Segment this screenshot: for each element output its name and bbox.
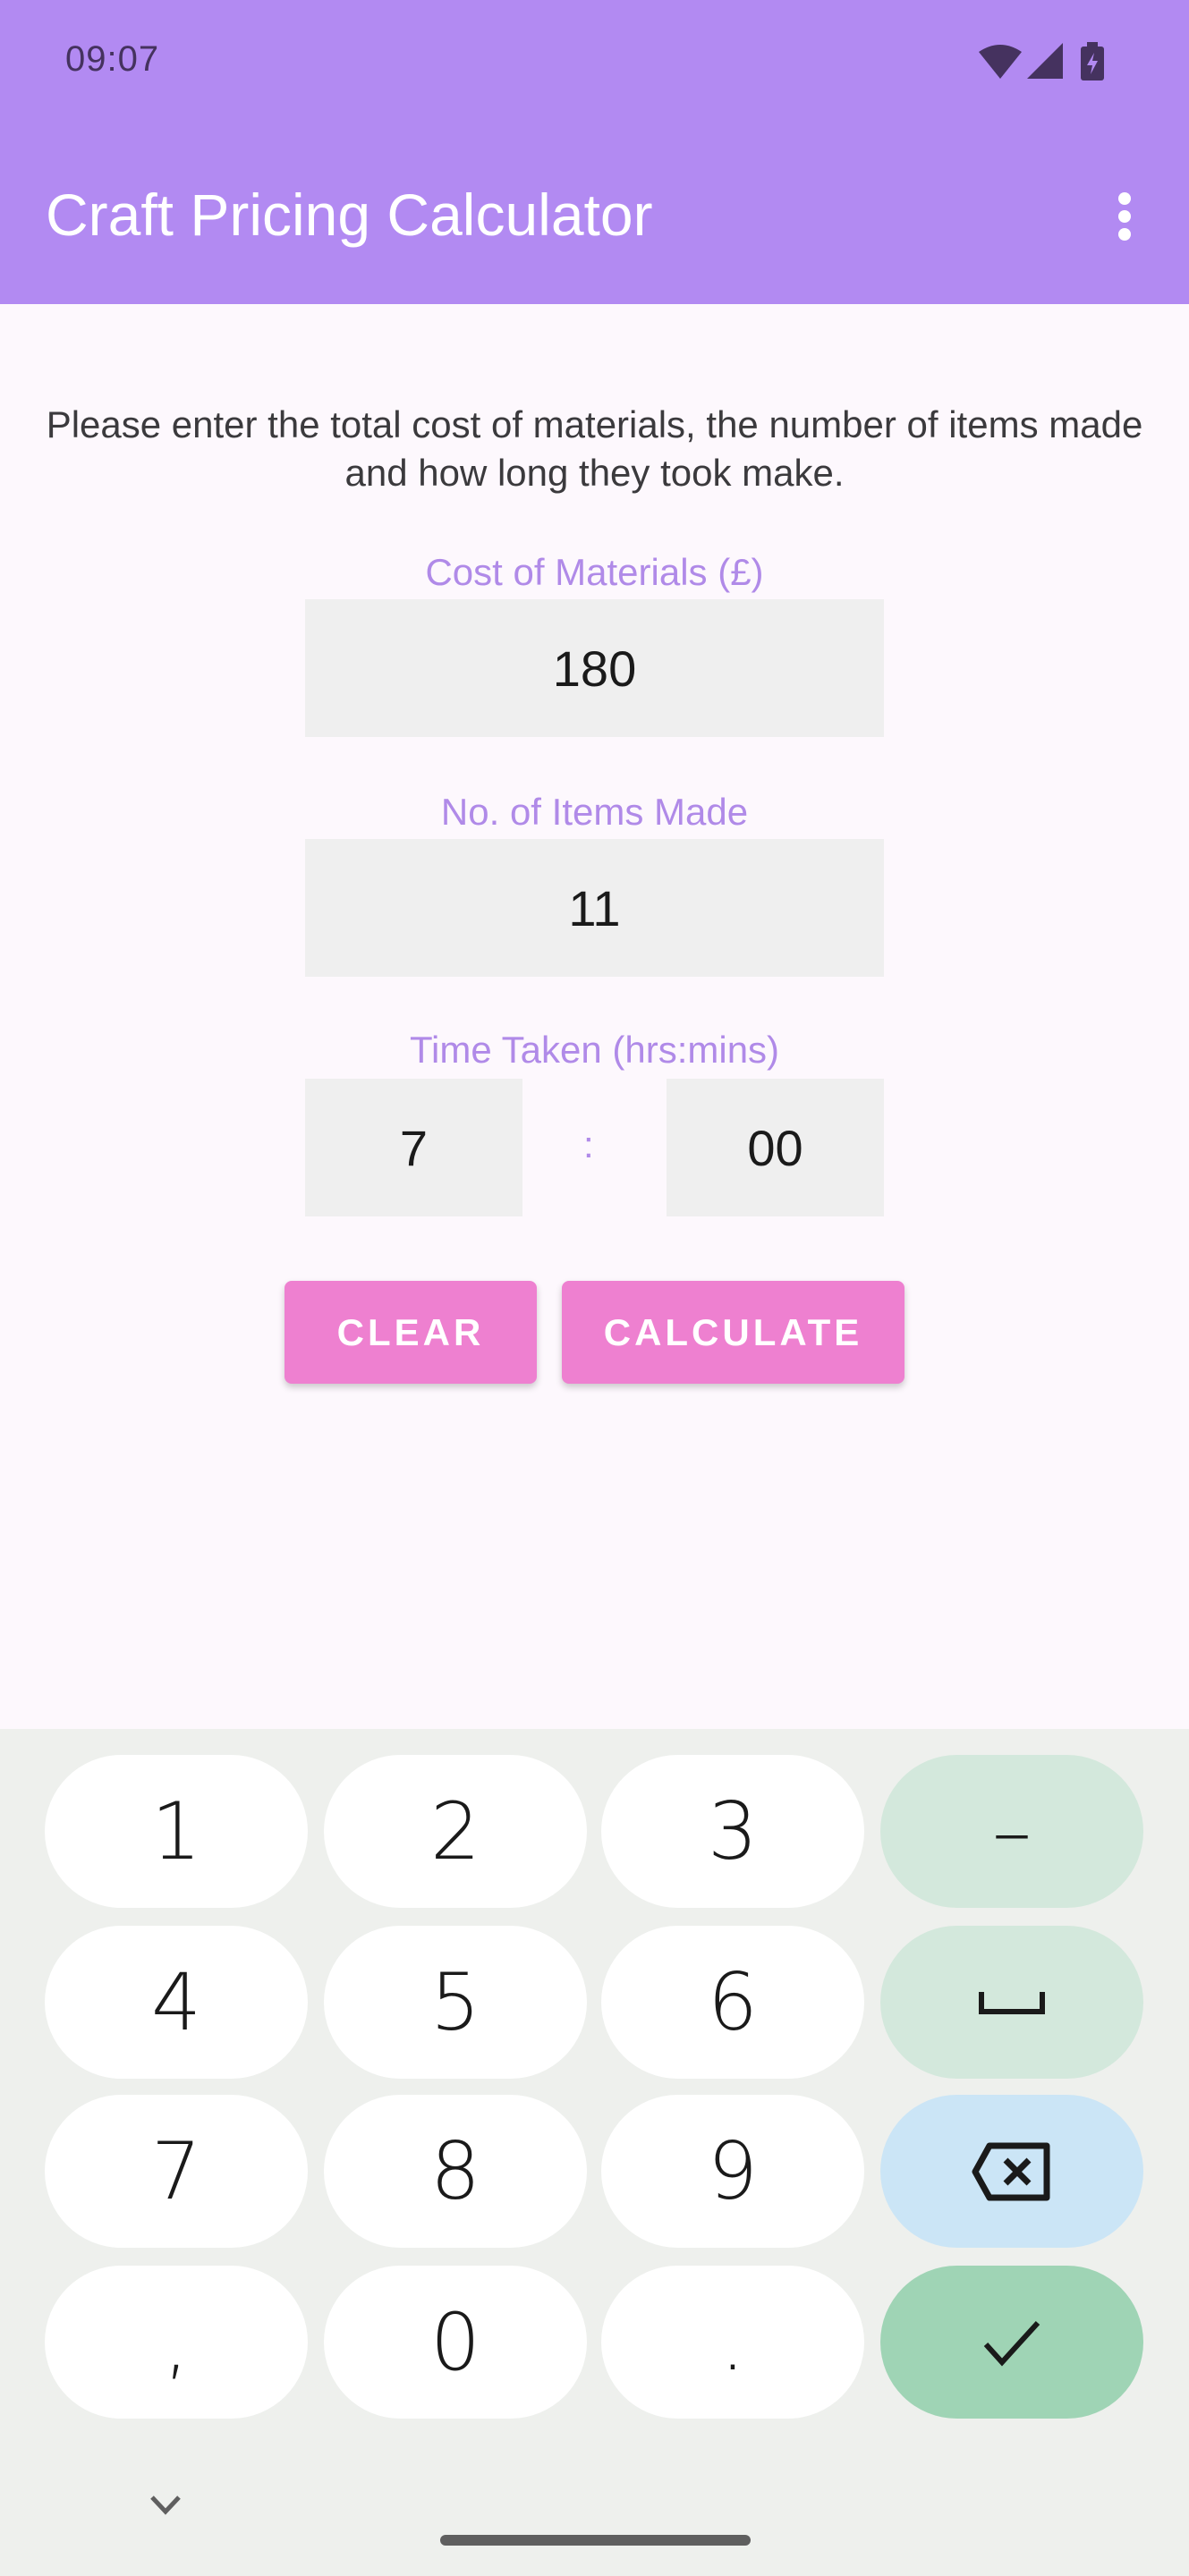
- chevron-down-icon: [150, 2496, 181, 2515]
- navigation-handle[interactable]: [440, 2535, 751, 2546]
- cost-of-materials-label: Cost of Materials (£): [425, 551, 764, 593]
- key-7[interactable]: 7: [45, 2095, 308, 2248]
- key-1[interactable]: 1: [45, 1755, 308, 1908]
- key-comma[interactable]: ,: [45, 2266, 308, 2419]
- wifi-icon: [979, 45, 1022, 79]
- key-5[interactable]: 5: [324, 1926, 587, 2079]
- space-bar-icon: [979, 1991, 1045, 2014]
- time-taken-label: Time Taken (hrs:mins): [409, 1029, 780, 1071]
- hide-keyboard-button[interactable]: [143, 2487, 188, 2522]
- key-2[interactable]: 2: [324, 1755, 587, 1908]
- key-space[interactable]: [880, 1926, 1143, 2079]
- checkmark-icon: [983, 2320, 1040, 2366]
- more-options-button[interactable]: [1102, 182, 1147, 244]
- items-made-input[interactable]: 11: [305, 839, 884, 977]
- time-separator: :: [583, 1123, 594, 1165]
- key-9[interactable]: 9: [601, 2095, 864, 2248]
- status-icons: [979, 42, 1104, 80]
- key-period[interactable]: .: [601, 2266, 864, 2419]
- cellular-signal-icon: [1027, 43, 1063, 79]
- items-made-label: No. of Items Made: [440, 791, 749, 833]
- key-8[interactable]: 8: [324, 2095, 587, 2248]
- minutes-input[interactable]: 00: [667, 1079, 884, 1216]
- key-3[interactable]: 3: [601, 1755, 864, 1908]
- battery-charging-icon: [1081, 42, 1104, 80]
- app-title: Craft Pricing Calculator: [46, 182, 653, 248]
- status-time: 09:07: [65, 39, 160, 79]
- more-vert-icon: [1118, 192, 1131, 205]
- key-done[interactable]: [880, 2266, 1143, 2419]
- key-6[interactable]: 6: [601, 1926, 864, 2079]
- instructions-text: Please enter the total cost of materials…: [46, 403, 1143, 494]
- clear-button[interactable]: CLEAR: [285, 1281, 537, 1384]
- key-minus[interactable]: –: [880, 1755, 1143, 1908]
- key-0[interactable]: 0: [324, 2266, 587, 2419]
- cost-of-materials-input[interactable]: 180: [305, 599, 884, 737]
- backspace-icon: [972, 2142, 1050, 2200]
- key-backspace[interactable]: [880, 2095, 1143, 2248]
- key-4[interactable]: 4: [45, 1926, 308, 2079]
- hours-input[interactable]: 7: [305, 1079, 522, 1216]
- app-bar: 09:07 Craft Pricing Calculator: [0, 0, 1189, 304]
- calculate-button[interactable]: CALCULATE: [562, 1281, 904, 1384]
